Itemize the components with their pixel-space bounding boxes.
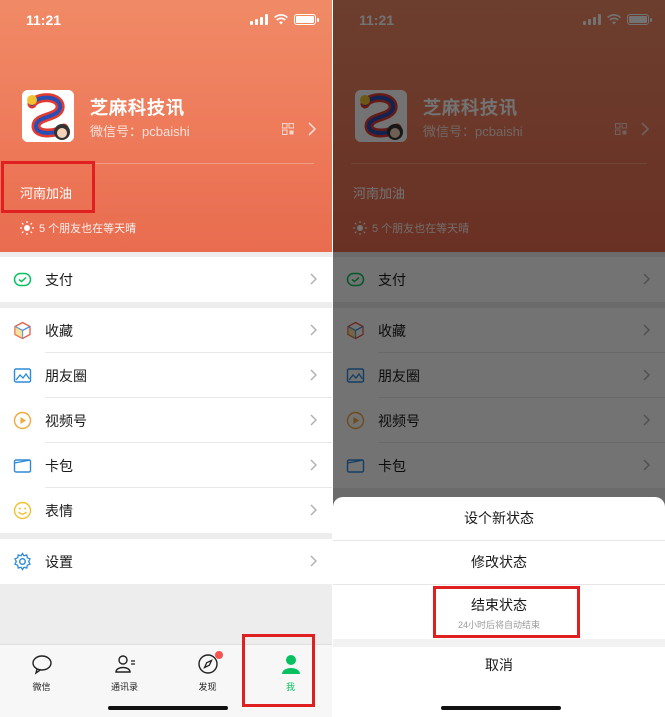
highlight-me-tab-box	[242, 634, 315, 707]
menu-item-label: 表情	[45, 503, 73, 519]
menu-item-channels[interactable]: 视频号	[0, 398, 332, 443]
qr-code-icon[interactable]	[282, 123, 294, 135]
chat-icon	[31, 655, 52, 675]
favorites-icon	[14, 321, 31, 340]
menu-item-label: 设置	[45, 554, 73, 570]
stickers-icon	[13, 501, 32, 520]
chevron-right-icon	[310, 369, 317, 381]
wechat-id: 微信号：pcbaishi	[90, 124, 190, 139]
wifi-icon	[274, 14, 288, 25]
menu-item-favorites[interactable]: 收藏	[0, 308, 332, 353]
status-action-screen: 11:21 芝麻科技讯 微信号：pcbaishi	[333, 0, 665, 717]
settings-group: 设置	[0, 539, 332, 584]
menu-item-pay[interactable]: 支付	[0, 257, 332, 302]
highlight-end-status-box	[433, 586, 580, 638]
menu-item-label: 视频号	[45, 413, 87, 429]
menu-item-label: 支付	[45, 272, 73, 288]
menu-item-moments[interactable]: 朋友圈	[0, 353, 332, 398]
profile-name: 芝麻科技讯	[90, 98, 185, 118]
home-indicator	[441, 706, 561, 710]
pay-icon	[13, 272, 32, 287]
home-indicator	[108, 706, 228, 710]
new-status-option[interactable]: 设个新状态	[333, 497, 665, 540]
menu-item-label: 收藏	[45, 323, 73, 339]
channels-icon	[13, 411, 32, 430]
friends-status-label: 5 个朋友也在等天晴	[39, 223, 137, 235]
chevron-right-icon	[310, 414, 317, 426]
menu-item-label: 卡包	[45, 458, 73, 474]
moments-icon	[13, 368, 32, 383]
highlight-status-box	[1, 161, 95, 213]
menu-item-stickers[interactable]: 表情	[0, 488, 332, 533]
battery-icon	[294, 14, 319, 25]
notification-badge	[215, 651, 223, 659]
cancel-option[interactable]: 取消	[333, 647, 665, 687]
status-time: 11:21	[26, 12, 62, 28]
menu-item-settings[interactable]: 设置	[0, 539, 332, 584]
edit-status-option[interactable]: 修改状态	[333, 541, 665, 584]
status-action-sheet: 设个新状态 修改状态 结束状态 24小时后将自动结束 取消	[333, 497, 665, 717]
sheet-gap	[333, 639, 665, 647]
chevron-right-icon	[310, 459, 317, 471]
sun-icon	[20, 221, 34, 235]
main-menu-group: 收藏 朋友圈 视频号 卡包 表情	[0, 308, 332, 533]
settings-icon	[14, 552, 31, 571]
chevron-right-icon	[310, 504, 317, 516]
chevron-right-icon	[310, 324, 317, 336]
menu-item-cards[interactable]: 卡包	[0, 443, 332, 488]
contacts-icon	[114, 655, 135, 673]
profile-screen: 11:21 芝麻科技讯 微信号：pcbaishi 河南加油 5 个朋友也在等天晴…	[0, 0, 332, 717]
tab-label: 发现	[198, 682, 217, 692]
tab-label: 微信	[32, 682, 51, 692]
tab-discover[interactable]: 发现	[166, 651, 249, 693]
profile-header: 11:21 芝麻科技讯 微信号：pcbaishi	[0, 0, 332, 252]
cards-icon	[13, 459, 32, 473]
status-bar: 11:21	[0, 10, 332, 30]
friends-status[interactable]: 5 个朋友也在等天晴	[20, 220, 136, 236]
menu-item-label: 朋友圈	[45, 368, 87, 384]
status-icons	[250, 14, 319, 25]
avatar[interactable]	[22, 90, 74, 142]
tab-label: 通讯录	[110, 682, 138, 692]
signal-icon	[250, 14, 268, 25]
pay-group: 支付	[0, 257, 332, 302]
tab-contacts[interactable]: 通讯录	[83, 653, 166, 693]
tab-chats[interactable]: 微信	[0, 653, 83, 693]
chevron-right-icon[interactable]	[308, 122, 316, 136]
chevron-right-icon	[310, 273, 317, 285]
chevron-right-icon	[310, 555, 317, 567]
